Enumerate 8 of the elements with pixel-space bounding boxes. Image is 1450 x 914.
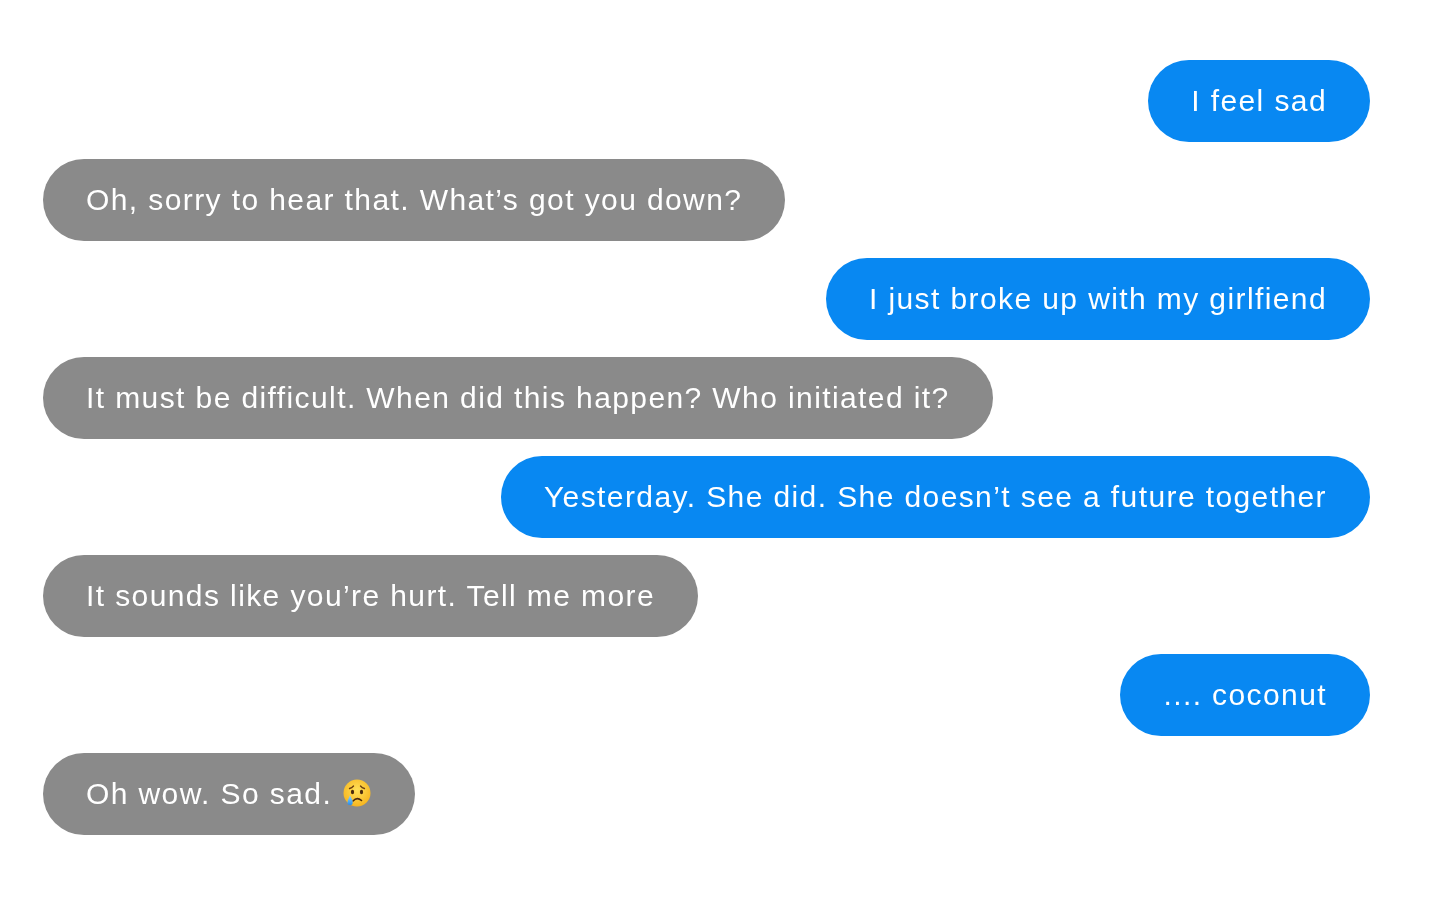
message-text: It must be difficult. When did this happen? Who initiated it?: [86, 380, 950, 416]
message-text: I just broke up with my girlfiend: [868, 281, 1327, 317]
message-text: .... coconut: [1163, 677, 1327, 713]
message-text: I feel sad: [1191, 83, 1327, 119]
message-text: Yesterday. She did. She doesn’t see a future together: [543, 479, 1327, 515]
message-text: It sounds like you’re hurt. Tell me more: [86, 578, 655, 614]
message-text: Oh, sorry to hear that. What’s got you down?: [86, 182, 743, 218]
message-text: Oh wow. So sad.: [86, 776, 333, 812]
